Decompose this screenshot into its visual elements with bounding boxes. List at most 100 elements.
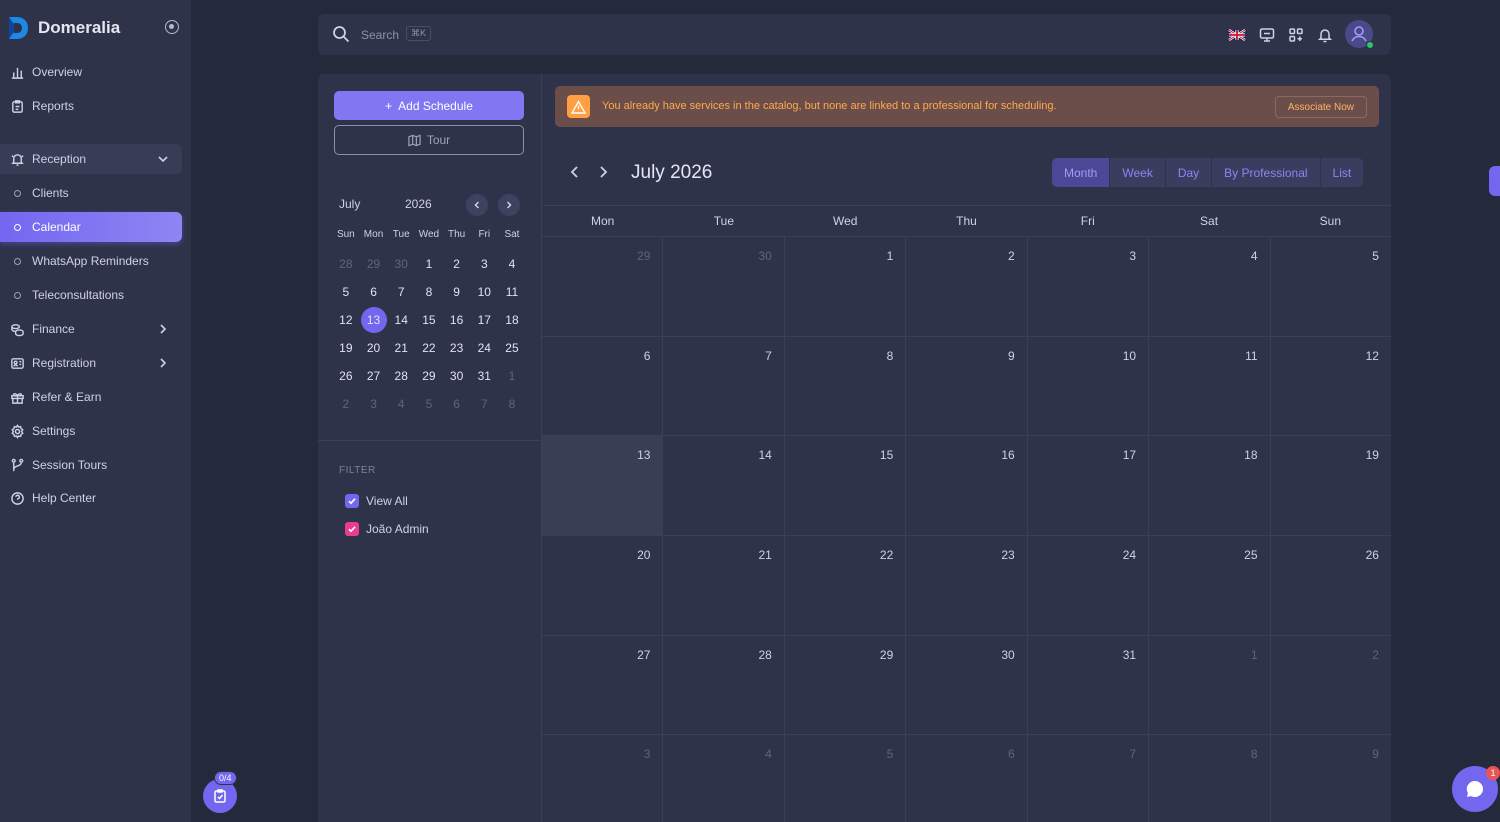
mini-day[interactable]: 4 [498,257,526,271]
mini-day[interactable]: 29 [415,369,443,383]
chat-button[interactable]: 1 [1452,766,1500,812]
day-cell[interactable]: 30 [906,635,1028,735]
day-cell[interactable]: 27 [542,635,664,735]
customizer-tab[interactable] [1489,166,1500,196]
onboarding-checklist-button[interactable]: 0/4 [203,771,237,813]
day-cell[interactable]: 21 [663,536,785,635]
mini-day[interactable]: 14 [387,313,415,327]
mini-day[interactable]: 23 [443,341,471,355]
user-avatar[interactable] [1345,20,1374,49]
sidebar-item-whatsapp-reminders[interactable]: WhatsApp Reminders [0,246,182,276]
day-cell[interactable]: 28 [663,635,785,735]
bell-icon[interactable] [1316,26,1334,44]
day-cell[interactable]: 25 [1149,536,1271,635]
day-cell[interactable]: 8 [785,336,907,436]
add-schedule-button[interactable]: + Add Schedule [334,91,524,120]
day-cell[interactable]: 17 [1028,436,1150,536]
mini-day[interactable]: 7 [387,285,415,299]
mini-day[interactable]: 6 [360,285,388,299]
search-input[interactable]: Search [361,28,399,42]
mini-day[interactable]: 1 [415,257,443,271]
checkbox-checked-icon[interactable] [345,494,359,508]
view-month-button[interactable]: Month [1052,158,1111,187]
sidebar-item-clients[interactable]: Clients [0,178,182,208]
mini-day[interactable]: 6 [443,397,471,411]
day-cell[interactable]: 2 [1271,636,1391,735]
mini-day[interactable]: 30 [387,257,415,271]
day-cell[interactable]: 2 [906,237,1028,336]
mini-day[interactable]: 19 [332,341,360,355]
day-cell[interactable]: 6 [542,336,664,436]
day-cell[interactable]: 3 [1028,237,1150,336]
view-list-button[interactable]: List [1321,158,1364,187]
mini-day[interactable]: 18 [498,313,526,327]
day-cell[interactable]: 4 [663,735,785,822]
mini-day[interactable]: 16 [443,313,471,327]
day-cell[interactable]: 9 [906,336,1028,436]
mini-day[interactable]: 28 [332,257,360,271]
day-cell[interactable]: 24 [1028,536,1150,635]
uk-flag-icon[interactable] [1228,26,1246,44]
sidebar-toggle-icon[interactable] [165,20,179,34]
mini-day[interactable]: 9 [443,285,471,299]
mini-day[interactable]: 12 [332,313,360,327]
mini-day[interactable]: 3 [360,397,388,411]
next-month-chevron-right-icon[interactable] [595,164,611,180]
mini-day[interactable]: 25 [498,341,526,355]
mini-day[interactable]: 2 [332,397,360,411]
mini-day[interactable]: 15 [415,313,443,327]
mini-day[interactable]: 8 [415,285,443,299]
day-cell[interactable]: 19 [1271,436,1391,535]
mini-day[interactable]: 4 [387,397,415,411]
mini-day[interactable]: 3 [470,257,498,271]
day-cell[interactable]: 5 [785,735,907,822]
day-cell[interactable]: 1 [1149,635,1271,735]
mini-day[interactable]: 24 [470,341,498,355]
day-cell[interactable]: 29 [542,237,664,336]
day-cell[interactable]: 16 [906,436,1028,536]
day-cell[interactable]: 7 [1028,735,1150,822]
mini-day[interactable]: 7 [470,397,498,411]
day-cell[interactable]: 23 [906,536,1028,635]
associate-now-button[interactable]: Associate Now [1274,96,1367,118]
day-cell[interactable]: 14 [663,436,785,536]
mini-day[interactable]: 5 [332,285,360,299]
mini-day[interactable]: 8 [498,397,526,411]
day-cell[interactable]: 12 [1271,337,1391,436]
day-cell[interactable]: 4 [1149,237,1271,336]
day-cell[interactable]: 30 [663,237,785,336]
sidebar-item-session-tours[interactable]: Session Tours [0,450,182,480]
mini-day[interactable]: 26 [332,369,360,383]
day-cell[interactable]: 5 [1271,237,1391,336]
brand[interactable]: Domeralia [6,14,120,42]
day-cell[interactable]: 11 [1149,336,1271,436]
mini-day-today[interactable]: 13 [360,307,388,333]
mini-day[interactable]: 28 [387,369,415,383]
mini-day[interactable]: 2 [443,257,471,271]
mini-day[interactable]: 17 [470,313,498,327]
day-cell[interactable]: 22 [785,536,907,635]
view-by-professional-button[interactable]: By Professional [1212,158,1321,187]
view-day-button[interactable]: Day [1166,158,1213,187]
search-icon[interactable] [332,25,350,43]
sidebar-item-overview[interactable]: Overview [0,57,182,87]
view-week-button[interactable]: Week [1110,158,1166,187]
monitor-icon[interactable] [1258,26,1276,44]
sidebar-item-teleconsultations[interactable]: Teleconsultations [0,280,182,310]
tour-button[interactable]: Tour [334,125,524,155]
mini-day[interactable]: 20 [360,341,388,355]
prev-month-chevron-left-icon[interactable] [567,164,583,180]
mini-day[interactable]: 27 [360,369,388,383]
mini-day[interactable]: 5 [415,397,443,411]
sidebar-item-reports[interactable]: Reports [0,91,182,121]
sidebar-item-refer-earn[interactable]: Refer & Earn [0,382,182,412]
mini-calendar-next-button[interactable] [498,194,520,216]
sidebar-item-registration[interactable]: Registration [0,348,182,378]
mini-calendar-prev-button[interactable] [466,194,488,216]
sidebar-item-calendar[interactable]: Calendar [0,212,182,242]
mini-day[interactable]: 21 [387,341,415,355]
day-cell[interactable]: 15 [785,436,907,536]
checkbox-checked-icon[interactable] [345,522,359,536]
day-cell[interactable]: 29 [785,635,907,735]
day-cell-today[interactable]: 13 [542,436,664,536]
